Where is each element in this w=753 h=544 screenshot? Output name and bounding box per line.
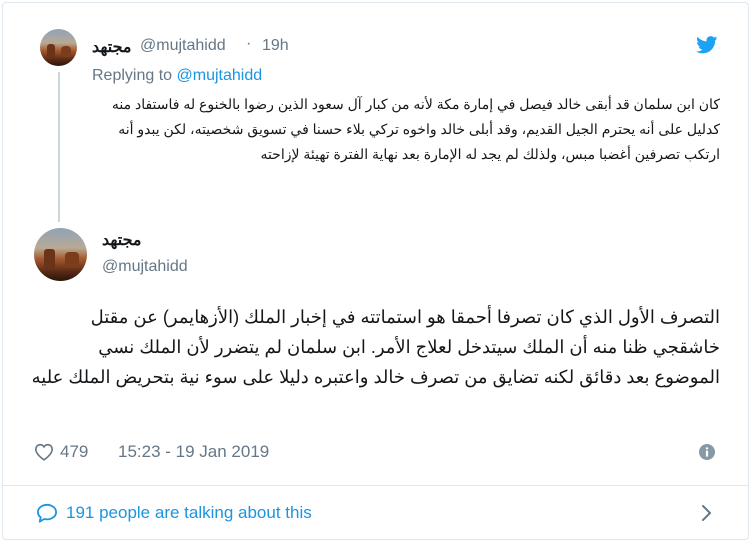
conversation-text: 191 people are talking about this	[66, 503, 312, 522]
reply-separator: ·	[246, 35, 252, 52]
reply-tweet-text: كان ابن سلمان قد أبقى خالد فيصل في إمارة…	[111, 96, 720, 162]
like-button[interactable]: 479	[34, 441, 88, 463]
reply-handle[interactable]: @mujtahidd	[140, 37, 226, 55]
chevron-right-icon[interactable]	[699, 504, 713, 522]
footer-divider	[3, 485, 748, 486]
main-handle[interactable]: @mujtahidd	[102, 258, 188, 276]
reply-time[interactable]: 19h	[262, 37, 289, 55]
main-avatar[interactable]	[34, 228, 87, 281]
replying-to-mention[interactable]: @mujtahidd	[177, 67, 263, 84]
heart-icon	[34, 443, 54, 461]
conversation-link[interactable]: 191 people are talking about this	[36, 501, 312, 525]
speech-bubble-icon	[37, 503, 57, 523]
replying-prefix: Replying to	[92, 67, 177, 84]
twitter-bird-icon[interactable]	[696, 36, 718, 54]
reply-display-name[interactable]: مجتهد	[92, 37, 132, 57]
tweet-timestamp[interactable]: 15:23 - 19 Jan 2019	[118, 441, 269, 463]
reply-avatar[interactable]	[40, 29, 77, 66]
main-tweet-text: التصرف الأول الذي كان تصرفا أحمقا هو است…	[31, 307, 720, 387]
main-display-name[interactable]: مجتهد	[102, 230, 142, 250]
like-count: 479	[60, 442, 89, 461]
thread-connector-line	[58, 72, 60, 222]
info-icon[interactable]	[699, 444, 715, 460]
replying-to-line: Replying to @mujtahidd	[92, 67, 262, 85]
